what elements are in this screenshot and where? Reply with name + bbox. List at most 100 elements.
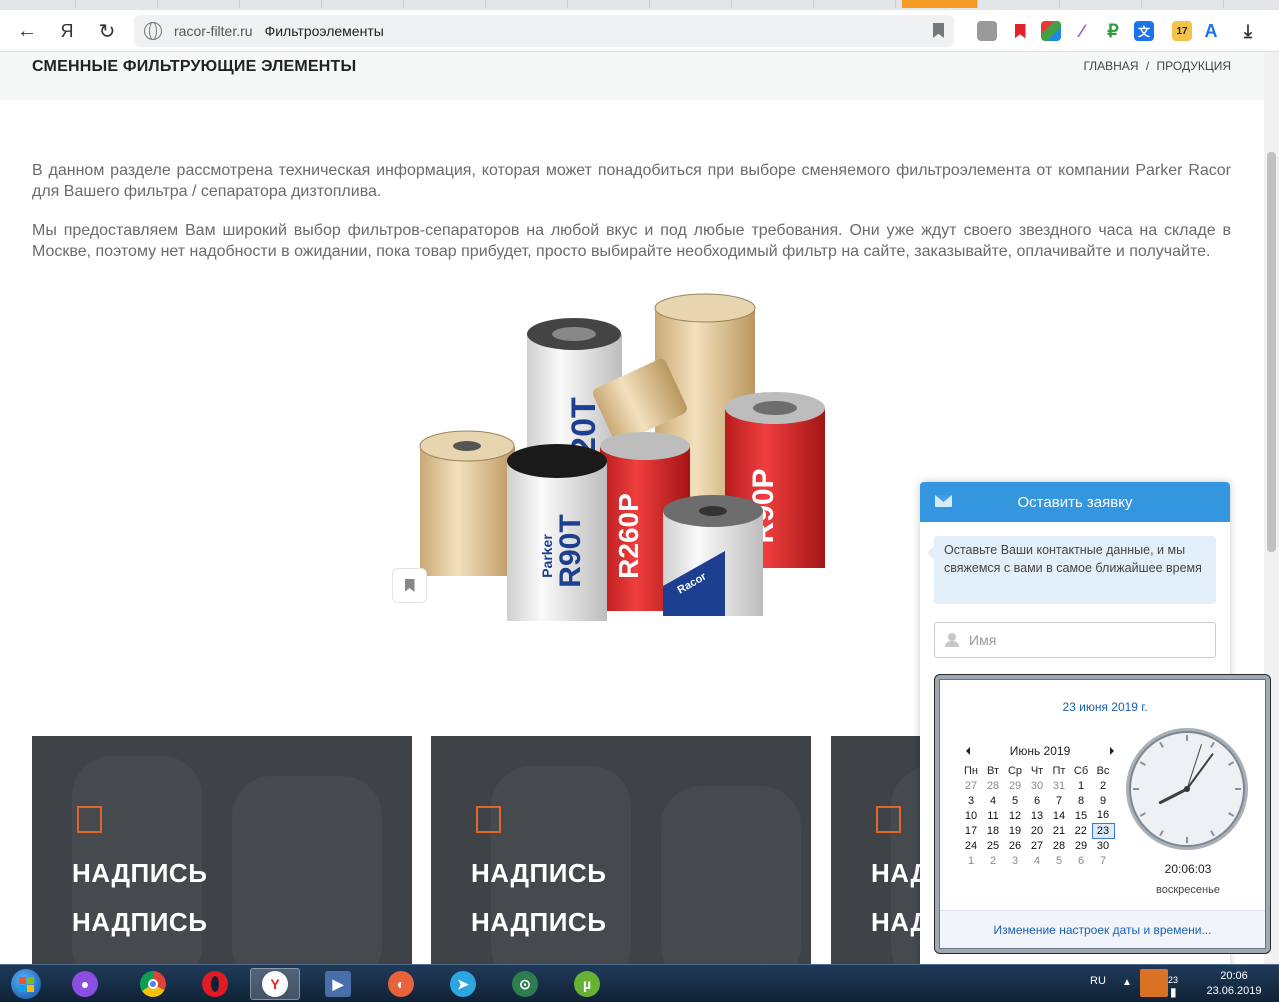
taskbar-media[interactable]: ▶: [313, 968, 363, 1000]
browser-tab[interactable]: [1148, 0, 1224, 8]
browser-tab[interactable]: [410, 0, 486, 8]
reload-button[interactable]: ↻: [92, 16, 122, 46]
browser-tab[interactable]: [574, 0, 650, 8]
calendar-day[interactable]: 26: [1004, 838, 1026, 853]
calendar-day[interactable]: 11: [982, 808, 1004, 823]
calendar-day[interactable]: 24: [960, 838, 982, 853]
feature-card[interactable]: НАДПИСЬ НАДПИСЬ: [32, 736, 412, 964]
browser-tab[interactable]: [1066, 0, 1142, 8]
taskbar-chrome[interactable]: [128, 968, 178, 1000]
cube-extension-icon[interactable]: [1041, 21, 1061, 41]
calendar-day[interactable]: 2: [1092, 778, 1114, 793]
scrollbar-thumb[interactable]: [1267, 152, 1276, 552]
calendar-day[interactable]: 3: [960, 793, 982, 808]
address-bar[interactable]: racor-filter.ru Фильтроэлементы: [134, 15, 954, 47]
date-settings-link[interactable]: Изменение настроек даты и времени...: [940, 910, 1265, 948]
calendar-day[interactable]: 30: [1026, 778, 1048, 793]
calendar-day[interactable]: 27: [1026, 838, 1048, 853]
widget-header[interactable]: Оставить заявку: [920, 482, 1230, 522]
calendar-day[interactable]: 7: [1092, 853, 1114, 868]
name-input[interactable]: [969, 632, 1209, 648]
long-date-link[interactable]: 23 июня 2019 г.: [940, 700, 1270, 714]
translate-extension-icon[interactable]: 文: [1134, 21, 1154, 41]
browser-tab[interactable]: [738, 0, 814, 8]
taskbar-app[interactable]: ◐: [376, 968, 426, 1000]
calendar-day[interactable]: 4: [1026, 853, 1048, 868]
calendar-day[interactable]: 9: [1092, 793, 1114, 808]
calendar-day[interactable]: 17: [960, 823, 982, 838]
a-extension-icon[interactable]: A: [1201, 21, 1221, 41]
calendar-day[interactable]: 10: [960, 808, 982, 823]
browser-tab[interactable]: [984, 0, 1060, 8]
taskbar-clock[interactable]: 20:06 23.06.2019: [1198, 969, 1270, 999]
calendar-day[interactable]: 6: [1026, 793, 1048, 808]
calendar-day[interactable]: 28: [982, 778, 1004, 793]
calendar-day[interactable]: 27: [960, 778, 982, 793]
browser-tab[interactable]: [492, 0, 568, 8]
calendar-day[interactable]: 13: [1026, 808, 1048, 823]
breadcrumb-current[interactable]: ПРОДУКЦИЯ: [1157, 59, 1231, 73]
browser-tab[interactable]: [820, 0, 896, 8]
calendar-day[interactable]: 19: [1004, 823, 1026, 838]
taskbar-telegram[interactable]: ➤: [438, 968, 488, 1000]
calendar-day[interactable]: 12: [1004, 808, 1026, 823]
calendar-day[interactable]: 30: [1092, 838, 1114, 853]
pen-extension-icon[interactable]: ∕: [1072, 21, 1092, 41]
calendar-day[interactable]: 20: [1026, 823, 1048, 838]
browser-tab[interactable]: [82, 0, 158, 8]
calendar-day[interactable]: 2: [982, 853, 1004, 868]
extension-icon[interactable]: [977, 21, 997, 41]
yandex-home-button[interactable]: Я: [52, 16, 82, 46]
calendar-day[interactable]: 16: [1092, 808, 1114, 823]
calendar-day[interactable]: 6: [1070, 853, 1092, 868]
taskbar-alice[interactable]: ●: [60, 968, 110, 1000]
start-button[interactable]: [6, 967, 46, 1001]
taskbar-yandex-browser[interactable]: Y: [250, 968, 300, 1000]
calendar-day[interactable]: 7: [1048, 793, 1070, 808]
prev-month-arrow-icon[interactable]: [966, 747, 970, 755]
ruble-extension-icon[interactable]: ₽: [1103, 21, 1123, 41]
calendar-day[interactable]: 22: [1070, 823, 1092, 838]
calendar-day[interactable]: 5: [1004, 793, 1026, 808]
bookmark-icon[interactable]: [933, 23, 944, 38]
calendar-day[interactable]: 28: [1048, 838, 1070, 853]
calendar-month-label[interactable]: Июнь 2019: [1010, 744, 1071, 758]
browser-tab[interactable]: [0, 0, 76, 8]
tray-calendar-day[interactable]: 23: [1168, 975, 1178, 985]
calendar-day[interactable]: 1: [1070, 778, 1092, 793]
calendar-day[interactable]: 1: [960, 853, 982, 868]
browser-tab[interactable]: [164, 0, 240, 8]
browser-tab[interactable]: [246, 0, 322, 8]
calendar-day[interactable]: 3: [1004, 853, 1026, 868]
calendar-day[interactable]: 8: [1070, 793, 1092, 808]
calendar-day[interactable]: 25: [982, 838, 1004, 853]
next-month-arrow-icon[interactable]: [1110, 747, 1114, 755]
calendar-day[interactable]: 29: [1070, 838, 1092, 853]
taskbar-vpn[interactable]: ⊙: [500, 968, 550, 1000]
taskbar-utorrent[interactable]: µ: [562, 968, 612, 1000]
calendar-day[interactable]: 23: [1091, 822, 1115, 839]
name-field[interactable]: [934, 622, 1216, 658]
calendar-day[interactable]: 31: [1048, 778, 1070, 793]
download-icon[interactable]: ⤓: [1238, 21, 1258, 41]
calendar-day[interactable]: 14: [1048, 808, 1070, 823]
network-icon[interactable]: ▮: [1170, 985, 1177, 999]
browser-tab-active[interactable]: [902, 0, 978, 8]
calendar-day[interactable]: 5: [1048, 853, 1070, 868]
calendar-day[interactable]: 4: [982, 793, 1004, 808]
breadcrumb-home-link[interactable]: ГЛАВНАЯ: [1083, 59, 1138, 73]
calendar-day[interactable]: 21: [1048, 823, 1070, 838]
bookmark-red-icon[interactable]: [1010, 21, 1030, 41]
feature-card[interactable]: НАДПИСЬ НАДПИСЬ: [431, 736, 811, 964]
calendar-day[interactable]: 29: [1004, 778, 1026, 793]
browser-tab[interactable]: [656, 0, 732, 8]
show-hidden-icons-icon[interactable]: ▲: [1122, 977, 1132, 988]
language-indicator[interactable]: RU: [1090, 975, 1106, 987]
save-image-button[interactable]: [392, 568, 427, 603]
calendar-day[interactable]: 15: [1070, 808, 1092, 823]
tray-app-icon[interactable]: [1140, 969, 1168, 997]
taskbar-opera[interactable]: [190, 968, 240, 1000]
calendar-day[interactable]: 18: [982, 823, 1004, 838]
calendar-extension-icon[interactable]: 17: [1172, 21, 1192, 41]
back-button[interactable]: ←: [12, 16, 42, 46]
